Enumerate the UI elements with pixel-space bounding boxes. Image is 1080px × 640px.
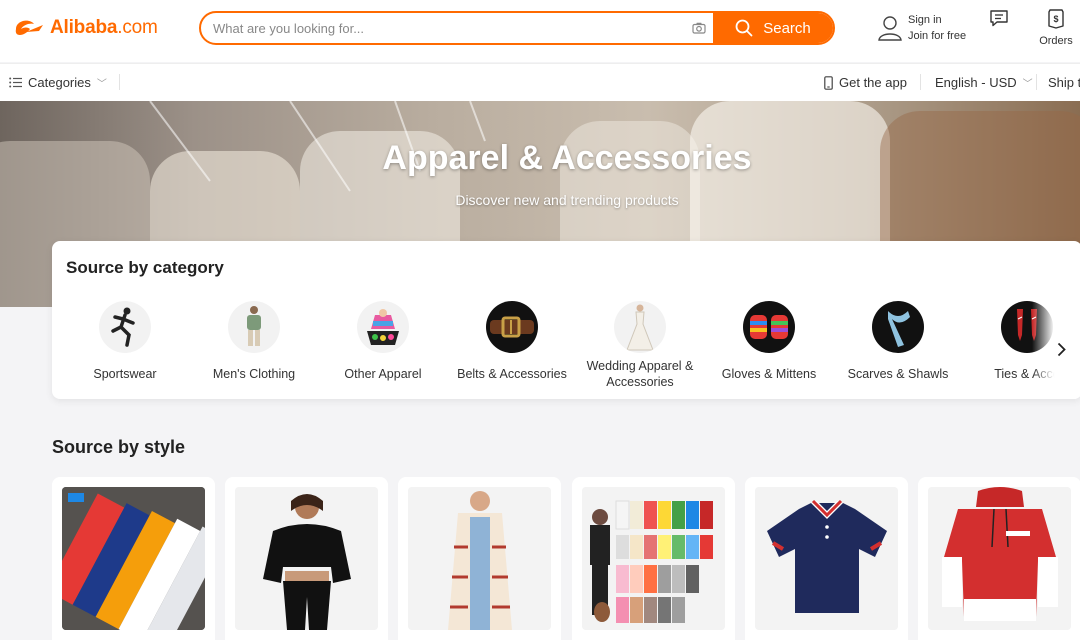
wedding-dress-icon <box>614 301 666 353</box>
other-apparel-icon <box>357 301 409 353</box>
style-card-red-hoodie[interactable] <box>918 477 1080 640</box>
product-image <box>928 487 1071 630</box>
camera-icon[interactable] <box>685 13 713 43</box>
category-label: Wedding Apparel & Accessories <box>586 359 694 389</box>
divider <box>119 74 120 90</box>
hero-title: Apparel & Accessories <box>382 139 752 177</box>
style-card-polo[interactable] <box>745 477 908 640</box>
top-header: Alibaba.com Search Sign in Join for free… <box>0 0 1080 62</box>
category-item-gloves[interactable]: Gloves & Mittens <box>704 301 834 382</box>
category-label: Gloves & Mittens <box>721 367 817 381</box>
chevron-right-icon <box>1057 342 1066 356</box>
category-section-title: Source by category <box>66 258 224 277</box>
product-image <box>582 487 725 630</box>
search-button-label: Search <box>763 19 811 37</box>
categories-label: Categories <box>28 75 91 90</box>
language-currency-selector[interactable]: English - USD ﹀ <box>935 75 1033 90</box>
ship-to-selector[interactable]: Ship t <box>1048 75 1080 90</box>
category-item-other-apparel[interactable]: Other Apparel <box>318 301 448 382</box>
style-card-cardigan[interactable] <box>398 477 561 640</box>
list-icon <box>9 77 22 88</box>
chevron-down-icon: ﹀ <box>96 79 107 90</box>
category-label: Scarves & Shawls <box>847 367 949 381</box>
join-free-link[interactable]: Join for free <box>908 28 966 44</box>
chevron-down-icon: ﹀ <box>1022 79 1033 90</box>
sportswear-icon <box>99 301 151 353</box>
product-image <box>235 487 378 630</box>
search-icon <box>735 19 753 37</box>
category-item-sportswear[interactable]: Sportswear <box>60 301 190 382</box>
category-label: Sportswear <box>93 367 157 381</box>
category-item-scarves[interactable]: Scarves & Shawls <box>833 301 963 382</box>
orders-label: Orders <box>1039 35 1073 47</box>
gloves-icon <box>743 301 795 353</box>
carousel-next-button[interactable] <box>1032 299 1080 399</box>
sub-navigation: Categories ﹀ Get the app English - USD ﹀… <box>0 63 1080 101</box>
category-label: Other Apparel <box>344 367 422 381</box>
belt-icon <box>486 301 538 353</box>
get-app-link[interactable]: Get the app <box>824 75 907 90</box>
mens-clothing-icon <box>228 301 280 353</box>
source-by-category-card: Source by category Sportswear Men's Clot… <box>52 241 1080 399</box>
sign-in-link[interactable]: Sign in <box>908 12 966 28</box>
style-card-tshirts[interactable] <box>52 477 215 640</box>
product-image <box>408 487 551 630</box>
divider <box>920 74 921 90</box>
user-icon <box>878 16 902 41</box>
style-section-title: Source by style <box>52 437 186 457</box>
sign-in-area[interactable]: Sign in Join for free <box>878 12 966 44</box>
phone-icon <box>824 75 833 90</box>
style-card-sweatshirt[interactable] <box>225 477 388 640</box>
category-label: Belts & Accessories <box>457 367 567 381</box>
scarf-icon <box>872 301 924 353</box>
alibaba-logo-icon <box>15 20 43 36</box>
language-label: English - USD <box>935 75 1017 90</box>
svg-text:$: $ <box>1053 14 1058 24</box>
alibaba-logo[interactable]: Alibaba.com <box>12 16 158 40</box>
style-card-kids-hoodies[interactable] <box>572 477 735 640</box>
logo-wordmark: Alibaba.com <box>50 17 158 38</box>
categories-menu[interactable]: Categories ﹀ <box>9 75 107 90</box>
category-item-wedding-apparel[interactable]: Wedding Apparel & Accessories <box>575 301 705 390</box>
ship-to-label: Ship t <box>1048 75 1080 90</box>
hero-subtitle: Discover new and trending products <box>455 192 679 208</box>
category-item-mens-clothing[interactable]: Men's Clothing <box>189 301 319 382</box>
message-icon <box>990 10 1008 27</box>
search-bar: Search <box>199 11 835 45</box>
orders-button[interactable]: $ Orders <box>1036 9 1076 47</box>
product-image <box>755 487 898 630</box>
category-label: Men's Clothing <box>212 367 296 381</box>
product-image <box>62 487 205 630</box>
search-input[interactable] <box>201 13 685 43</box>
messages-button[interactable] <box>989 9 1009 30</box>
search-button[interactable]: Search <box>713 13 833 43</box>
orders-icon: $ <box>1048 9 1064 29</box>
divider <box>1036 74 1037 90</box>
category-item-belts[interactable]: Belts & Accessories <box>447 301 577 382</box>
get-app-label: Get the app <box>839 75 907 90</box>
